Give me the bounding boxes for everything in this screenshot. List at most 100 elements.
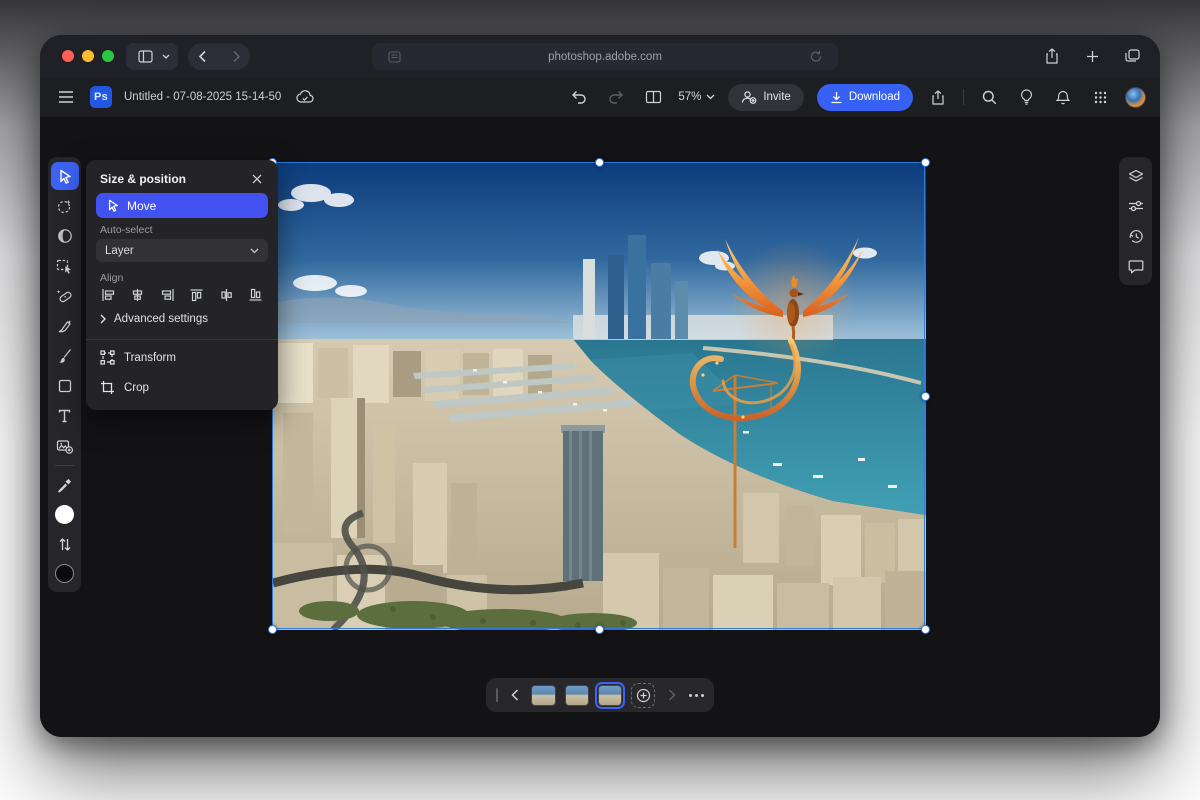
align-left-icon[interactable]: [99, 286, 117, 304]
more-options-icon[interactable]: [689, 694, 704, 697]
add-circle-icon: [636, 688, 651, 703]
close-icon[interactable]: [249, 171, 265, 187]
transform-label: Transform: [124, 352, 176, 364]
avatar[interactable]: [1125, 87, 1146, 108]
document-title: Untitled - 07-08-2025 15-14-50: [124, 91, 281, 103]
browser-actions: [1040, 35, 1144, 77]
select-subject-tool[interactable]: [51, 192, 79, 220]
right-toolbar: [1119, 157, 1152, 285]
address-bar[interactable]: photoshop.adobe.com: [372, 43, 838, 70]
lightbulb-icon[interactable]: [1014, 85, 1038, 109]
brush-tool[interactable]: [51, 342, 79, 370]
chevron-left-icon[interactable]: [507, 683, 522, 707]
chevron-right-icon: [100, 314, 106, 324]
align-top-icon[interactable]: [188, 286, 206, 304]
reload-icon[interactable]: [804, 45, 828, 69]
align-bottom-icon[interactable]: [247, 286, 265, 304]
apps-grid-icon[interactable]: [1088, 85, 1112, 109]
close-window-button[interactable]: [62, 50, 74, 62]
history-icon[interactable]: [1122, 222, 1150, 250]
foreground-color-swatch[interactable]: [55, 505, 74, 524]
sidebar-toggle-icon: [133, 44, 157, 68]
browser-toolbar: photoshop.adobe.com: [40, 35, 1160, 77]
zoom-control[interactable]: 57%: [678, 91, 715, 103]
align-center-horizontal-icon[interactable]: [129, 286, 147, 304]
download-label: Download: [849, 91, 900, 103]
new-tab-icon[interactable]: [1080, 44, 1104, 68]
photoshop-top-bar: Ps Untitled - 07-08-2025 15-14-50 57%: [40, 77, 1160, 117]
selection-handle-ne[interactable]: [921, 158, 930, 167]
panel-title: Size & position: [100, 172, 186, 186]
object-select-tool[interactable]: [51, 252, 79, 280]
invite-button[interactable]: Invite: [728, 84, 804, 111]
document-pages-icon[interactable]: [641, 85, 665, 109]
left-toolbar: [48, 157, 81, 592]
chevron-down-icon: [161, 44, 171, 68]
drag-handle[interactable]: [496, 688, 498, 702]
share-icon[interactable]: [1040, 44, 1064, 68]
cloud-saved-icon: [293, 85, 317, 109]
crop-button[interactable]: Crop: [100, 380, 149, 395]
search-icon[interactable]: [977, 85, 1001, 109]
advanced-settings-label: Advanced settings: [114, 313, 208, 325]
workspace: Size & position Move Auto-select Layer A…: [40, 117, 1160, 737]
back-icon[interactable]: [190, 44, 214, 68]
selection-handle-n[interactable]: [595, 158, 604, 167]
adjustments-icon[interactable]: [1122, 192, 1150, 220]
undo-icon[interactable]: [567, 85, 591, 109]
photoshop-logo[interactable]: Ps: [90, 86, 112, 108]
page-thumbnail-3[interactable]: [598, 685, 622, 706]
align-right-icon[interactable]: [158, 286, 176, 304]
selection-handle-e[interactable]: [921, 392, 930, 401]
forward-icon[interactable]: [224, 44, 248, 68]
zoom-value: 57%: [678, 91, 701, 103]
reader-icon[interactable]: [382, 45, 406, 69]
move-label: Move: [127, 199, 156, 213]
nav-buttons: [188, 43, 250, 70]
auto-select-dropdown[interactable]: Layer: [96, 239, 268, 262]
advanced-settings-toggle[interactable]: Advanced settings: [100, 313, 208, 325]
bell-icon[interactable]: [1051, 85, 1075, 109]
eyedropper-tool[interactable]: [51, 471, 79, 499]
minimize-window-button[interactable]: [82, 50, 94, 62]
city-phoenix-artwork: [273, 163, 926, 630]
shape-tool[interactable]: [51, 372, 79, 400]
page-thumbnail-1[interactable]: [531, 685, 555, 706]
page-thumbnail-2[interactable]: [565, 685, 589, 706]
selection-handle-sw[interactable]: [268, 625, 277, 634]
sidebar-toggle-button[interactable]: [126, 43, 178, 70]
add-page-button[interactable]: [631, 683, 655, 708]
move-button[interactable]: Move: [96, 193, 268, 218]
type-tool[interactable]: [51, 402, 79, 430]
background-color-swatch[interactable]: [55, 564, 74, 583]
align-center-vertical-icon[interactable]: [217, 286, 235, 304]
tabs-overview-icon[interactable]: [1120, 44, 1144, 68]
traffic-lights: [62, 50, 114, 62]
magic-wand-tool[interactable]: [51, 222, 79, 250]
selection-handle-s[interactable]: [595, 625, 604, 634]
redo-icon[interactable]: [604, 85, 628, 109]
swap-colors-icon[interactable]: [51, 530, 79, 558]
zoom-window-button[interactable]: [102, 50, 114, 62]
comments-icon[interactable]: [1122, 252, 1150, 280]
size-position-panel: Size & position Move Auto-select Layer A…: [86, 160, 278, 410]
align-label: Align: [100, 272, 123, 284]
chevron-down-icon: [250, 248, 259, 254]
remove-tool[interactable]: [51, 312, 79, 340]
export-icon[interactable]: [926, 85, 950, 109]
crop-label: Crop: [124, 382, 149, 394]
hamburger-menu-icon[interactable]: [54, 85, 78, 109]
add-image-tool[interactable]: [51, 432, 79, 460]
selection-handle-se[interactable]: [921, 625, 930, 634]
pages-taskbar: [486, 678, 714, 712]
align-buttons: [99, 286, 265, 304]
chevron-right-icon[interactable]: [664, 683, 679, 707]
move-tool[interactable]: [51, 162, 79, 190]
download-button[interactable]: Download: [817, 84, 913, 111]
canvas-image[interactable]: [273, 163, 926, 630]
transform-button[interactable]: Transform: [100, 350, 176, 365]
chevron-down-icon: [706, 94, 715, 100]
layers-icon[interactable]: [1122, 162, 1150, 190]
healing-brush-tool[interactable]: [51, 282, 79, 310]
transform-icon: [100, 350, 115, 365]
